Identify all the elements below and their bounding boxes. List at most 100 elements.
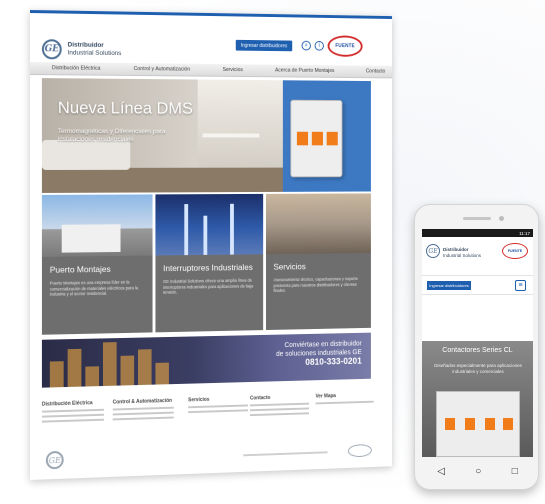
footer-col-contacto: Contacto <box>249 394 316 419</box>
nav-item-contacto[interactable]: Contacto <box>335 68 385 75</box>
footer-link[interactable] <box>188 409 249 414</box>
footer-link[interactable] <box>112 416 174 421</box>
hero-banner[interactable]: Nueva Línea DMS Termomagnéticas y Difere… <box>41 78 371 193</box>
footer-col-mapa: Ver Mapa <box>315 392 381 407</box>
footer-partner-logo[interactable] <box>347 443 372 458</box>
city-building <box>102 342 117 387</box>
nav-item-distribucion[interactable]: Distribución Eléctrica <box>30 65 101 71</box>
hero-sofa <box>41 140 131 170</box>
breaker-lever <box>296 131 309 146</box>
mobile-hero-subtitle: Diseñados especialmente para aplicacione… <box>434 363 522 374</box>
card-title: Puerto Montajes <box>49 263 111 275</box>
mobile-distributor-login-button[interactable]: Ingresar distribuidores <box>427 281 471 290</box>
footer-link[interactable] <box>188 404 249 409</box>
mobile-brand-line2: Industrial Solutions <box>443 252 482 258</box>
city-building <box>85 366 100 387</box>
footer-col-distribucion: Distribución Eléctrica <box>41 400 111 426</box>
city-building <box>155 362 169 385</box>
footer-heading[interactable]: Contacto <box>250 394 316 401</box>
hero-title: Nueva Línea DMS <box>57 98 193 118</box>
nav-item-servicios[interactable]: Servicios <box>190 67 243 73</box>
distributor-login-button[interactable]: Ingresar distribuidores <box>235 39 293 52</box>
card-text: Asesoramiento técnico, capacitaciones y … <box>273 276 358 293</box>
distributor-banner[interactable]: Conviértase en distribuidor de solucione… <box>41 332 371 388</box>
mobile-partner-logo[interactable]: FUENTE <box>502 243 528 259</box>
footer-link[interactable] <box>41 413 104 418</box>
footer-heading[interactable]: Ver Mapa <box>316 392 381 399</box>
status-time: 11:17 <box>519 230 530 236</box>
footer-heading[interactable]: Servicios <box>188 396 255 404</box>
status-bar: 11:17 <box>422 229 533 237</box>
card-title: Interruptores Industriales <box>163 262 253 274</box>
city-building <box>120 355 135 386</box>
contactor-lever <box>485 418 495 430</box>
card-text: GE Industrial Solutions ofrece una ampli… <box>163 277 254 295</box>
partner-logo-text: FUENTE <box>335 43 355 50</box>
info-icon[interactable]: i <box>314 40 324 51</box>
nav-item-acerca[interactable]: Acerca de Puerto Montajes <box>243 67 335 74</box>
partner-logo[interactable]: FUENTE <box>327 35 363 57</box>
brand-line2: Industrial Solutions <box>67 49 122 58</box>
menu-icon[interactable]: ≡ <box>515 280 526 291</box>
breaker-product-image <box>290 99 343 178</box>
mobile-hero-title: Contactores Series CL <box>442 347 513 354</box>
city-building <box>138 349 152 386</box>
phone-device: 11:17 GE Distribuidor Industrial Solutio… <box>414 204 539 490</box>
mobile-action-bar: Ingresar distribuidores ≡ <box>422 275 533 295</box>
card-image <box>265 193 371 255</box>
site-footer: Distribución Eléctrica Control & Automat… <box>41 392 374 451</box>
desktop-page: GE Distribuidor Industrial Solutions Ing… <box>30 10 392 480</box>
nav-item-control[interactable]: Control y Automatización <box>100 66 190 72</box>
contactor-lever <box>465 418 475 430</box>
mockup-scene: GE Distribuidor Industrial Solutions Ing… <box>0 0 545 504</box>
footer-heading[interactable]: Control & Automatización <box>113 398 181 406</box>
footer-col-control: Control & Automatización <box>112 398 181 424</box>
breaker-lever <box>326 131 338 146</box>
recent-apps-icon[interactable]: □ <box>512 466 518 477</box>
brand-text: Distribuidor Industrial Solutions <box>68 42 122 59</box>
card-interruptores[interactable]: Interruptores Industriales GE Industrial… <box>155 193 264 333</box>
phone-camera <box>499 216 504 221</box>
footer-link[interactable] <box>249 407 310 412</box>
contactor-product-image <box>436 391 520 457</box>
site-header: GE Distribuidor Industrial Solutions Ing… <box>30 13 392 63</box>
mobile-ge-logo[interactable]: GE <box>426 244 440 258</box>
contactor-lever <box>503 418 513 430</box>
footer-link[interactable] <box>315 400 374 405</box>
footer-ge-logo[interactable]: GE <box>45 450 64 470</box>
banner-text: Conviértase en distribuidor de solucione… <box>276 340 362 368</box>
card-servicios[interactable]: Servicios Asesoramiento técnico, capacit… <box>265 193 371 331</box>
phone-speaker <box>463 217 491 220</box>
card-title: Servicios <box>273 261 306 272</box>
search-icon[interactable]: ⌕ <box>301 40 311 51</box>
feature-cards: Puerto Montajes Puerto Montajes es una e… <box>41 193 371 335</box>
footer-col-servicios: Servicios <box>188 396 255 417</box>
home-icon[interactable]: ○ <box>475 466 481 477</box>
footer-link[interactable] <box>249 402 310 407</box>
breaker-lever <box>311 131 323 146</box>
footer-link[interactable] <box>249 412 310 417</box>
city-building <box>67 348 82 387</box>
mobile-hero[interactable]: Contactores Series CL Diseñados especial… <box>422 341 533 457</box>
footer-heading[interactable]: Distribución Eléctrica <box>42 400 111 407</box>
building-image <box>61 224 121 253</box>
footer-link[interactable] <box>112 411 174 416</box>
hero-floor <box>41 167 293 193</box>
phone-screen: 11:17 GE Distribuidor Industrial Solutio… <box>422 229 533 457</box>
card-image <box>155 193 264 256</box>
footer-link[interactable] <box>41 408 104 413</box>
footer-link[interactable] <box>41 418 104 423</box>
hero-subtitle: Termomagnéticas y Diferenciales para ins… <box>57 128 166 144</box>
footer-link[interactable] <box>112 406 174 411</box>
back-icon[interactable]: ◁ <box>437 466 445 477</box>
plant-tower <box>203 215 208 255</box>
plant-tower <box>230 203 234 255</box>
hero-table <box>202 133 260 138</box>
card-puerto-montajes[interactable]: Puerto Montajes Puerto Montajes es una e… <box>41 194 153 335</box>
plant-tower <box>184 204 189 256</box>
card-text: Puerto Montajes es una empresa líder en … <box>49 279 139 297</box>
mobile-header: GE Distribuidor Industrial Solutions FUE… <box>422 237 533 267</box>
ge-logo[interactable]: GE <box>41 39 62 60</box>
city-building <box>49 361 64 388</box>
copyright-line <box>243 451 328 457</box>
